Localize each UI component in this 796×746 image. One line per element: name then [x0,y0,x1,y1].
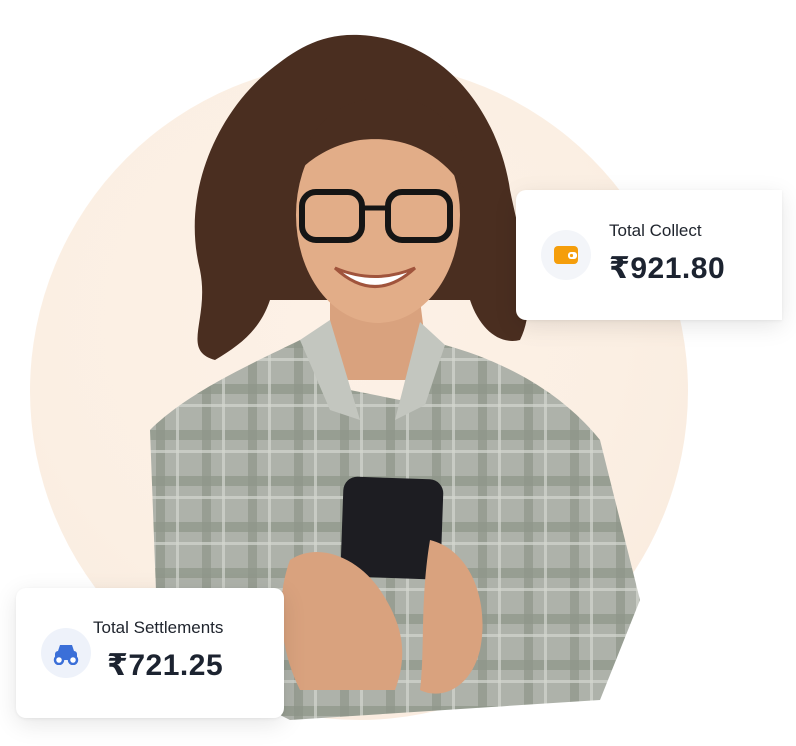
total-collect-card: Total Collect ₹921.80 [516,190,782,320]
total-settlements-value: ₹721.25 [107,648,224,682]
total-settlements-card: Total Settlements ₹721.25 [16,588,284,718]
total-settlements-label: Total Settlements [93,617,224,637]
money-settlement-icon [41,628,91,678]
total-collect-value: ₹921.80 [609,251,726,285]
wallet-icon [541,230,591,280]
total-collect-label: Total Collect [609,220,702,240]
